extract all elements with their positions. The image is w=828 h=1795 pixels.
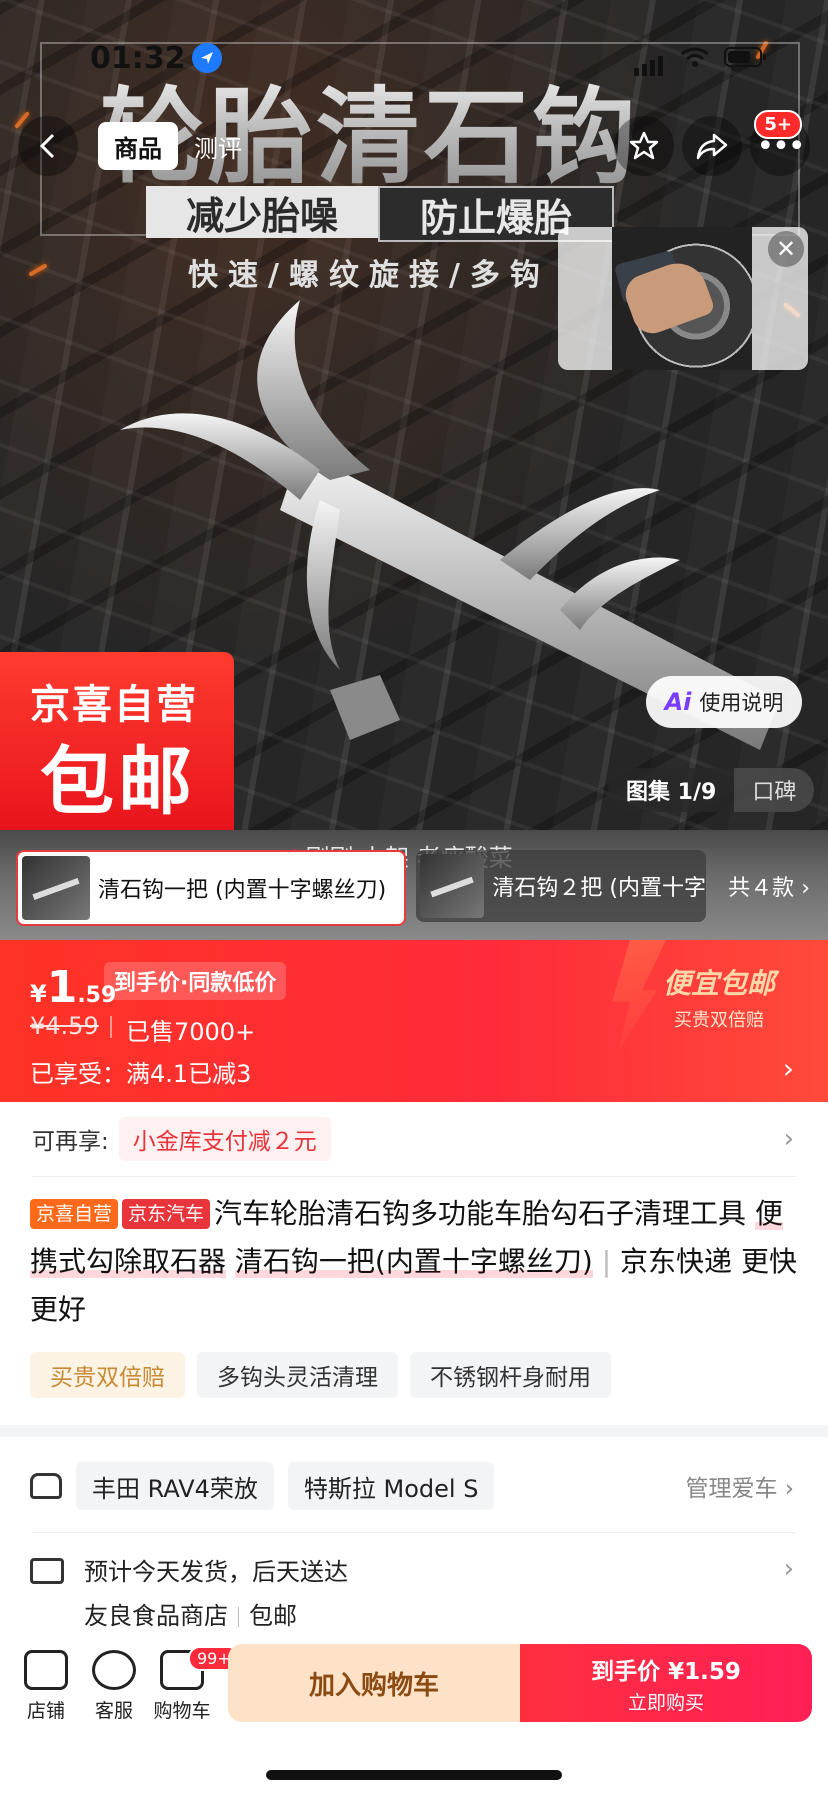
location-icon [191,43,222,73]
my-car-row[interactable]: 丰田 RAV4荣放 特斯拉 Model S 管理爱车 › [0,1458,828,1514]
back-button[interactable] [18,116,78,176]
chevron-right-icon: › [783,1124,794,1154]
product-page: 轮胎清石钩 减少胎噪 防止爆胎 快速/螺纹旋接/多钩 01:32 商品 测评 •… [0,0,828,1795]
video-preview[interactable]: ✕ [558,227,808,370]
message-badge: 5+ [754,110,802,139]
car-chip[interactable]: 特斯拉 Model S [287,1462,495,1510]
jd-auto-tag: 京东汽车 [122,1199,211,1229]
feature-tag: 买贵双倍赔 [30,1352,185,1398]
original-price: ¥4.59 [30,1012,99,1040]
delivery-estimate: 预计今天发货，后天送达 [84,1558,348,1586]
home-indicator [266,1770,562,1780]
bottom-action-bar: 店铺 客服 99+ 购物车 加入购物车 到手价 ¥1.59 立即购买 [0,1640,828,1760]
variant-selector: ♦刚刚 上架 老痰酸菜 清石钩一把 (内置十字螺丝刀) 清石钩２把 (内置十字 … [0,830,828,940]
delivery-row[interactable]: 预计今天发货，后天送达 友良食品商店 包邮 › [0,1548,828,1638]
chevron-right-icon: › [782,1052,794,1085]
variant-thumbnail [420,854,485,918]
product-tabs: 商品 测评 [98,122,258,170]
signal-icon [634,41,666,76]
sold-count: 已售7000+ [126,1018,256,1046]
price-tag: 到手价·同款低价 [104,962,287,1000]
product-title: 京喜自营 京东汽车 汽车轮胎清石钩多功能车胎勾石子清理工具 便携式勾除取石器 清石钩… [30,1197,797,1326]
status-time: 01:32 [90,40,186,76]
feature-tags: 买贵双倍赔 多钩头灵活清理 不锈钢杆身耐用 [30,1352,611,1398]
share-icon [696,133,728,160]
shop-name: 友良食品商店 [84,1602,228,1630]
ai-icon: Ai [664,688,692,716]
more-button[interactable]: ••• 5+ [750,110,810,176]
chevron-right-icon: › [783,1554,794,1584]
usage-guide-button[interactable]: Ai 使用说明 [646,676,802,728]
tab-review[interactable]: 测评 [178,122,258,170]
applied-promotion: 已享受：满4.1已减3 [30,1060,252,1088]
promo-badge: 京喜自营 包邮 [0,652,234,830]
truck-icon [30,1558,64,1584]
extra-discount-row[interactable]: 可再享: 小金库支付减２元 › [0,1102,828,1176]
cart-button[interactable]: 99+ 购物车 [142,1646,240,1723]
hero-pill-noise: 减少胎噪 [146,186,379,238]
store-icon [24,1650,68,1690]
manage-cars-link[interactable]: 管理爱车 › [685,1469,794,1503]
variant-thumbnail [22,856,90,920]
variant-count[interactable]: 共４款 › [728,870,810,902]
chevron-right-icon: › [801,876,810,901]
variant-option[interactable]: 清石钩一把 (内置十字螺丝刀) [16,850,406,926]
car-chip[interactable]: 丰田 RAV4荣放 [76,1462,274,1510]
close-video-button[interactable]: ✕ [768,231,804,267]
buy-now-button[interactable]: 到手价 ¥1.59 立即购买 [520,1644,812,1722]
star-icon [629,131,659,160]
cheap-shipping-banner[interactable]: 便宜包邮 买贵双倍赔 [610,962,828,1032]
feature-tag: 多钩头灵活清理 [197,1352,398,1398]
jx-self-operated-tag: 京喜自营 [30,1199,119,1229]
status-bar: 01:32 [90,38,768,78]
chat-icon [92,1650,136,1690]
favorite-button[interactable] [614,116,674,176]
product-hero-image[interactable]: 轮胎清石钩 减少胎噪 防止爆胎 快速/螺纹旋接/多钩 01:32 商品 测评 •… [0,0,828,830]
battery-icon [724,41,768,76]
gallery-switch: 图集 1/9 口碑 [608,768,815,812]
close-icon: ✕ [775,235,797,263]
car-icon [30,1473,62,1499]
price-section[interactable]: ¥1.59 到手价·同款低价 ¥4.59 已售7000+ 已享受：满4.1已减3… [0,940,828,1102]
discount-chip: 小金库支付减２元 [118,1117,331,1161]
tab-product[interactable]: 商品 [98,122,178,170]
feature-tag: 不锈钢杆身耐用 [410,1352,611,1398]
variant-option[interactable]: 清石钩２把 (内置十字 [416,850,706,922]
reputation-tab[interactable]: 口碑 [734,768,815,812]
gallery-tab[interactable]: 图集 1/9 [608,774,734,806]
wifi-icon [680,41,710,76]
chevron-left-icon [39,133,55,159]
shipping-info: 包邮 [249,1602,297,1630]
add-to-cart-button[interactable]: 加入购物车 [228,1644,520,1722]
top-nav: 商品 测评 ••• 5+ [18,110,810,176]
share-button[interactable] [682,116,742,176]
